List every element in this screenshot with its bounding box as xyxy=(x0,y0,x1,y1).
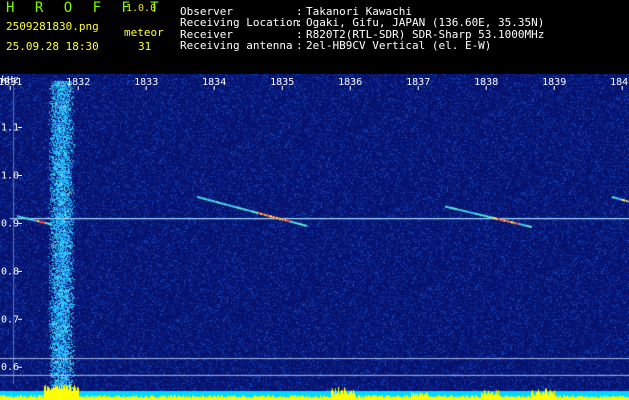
y-tick-label: 0.7 xyxy=(1,314,19,325)
info-value-antenna: 2el-HB9CV Vertical (el. E-W) xyxy=(306,39,492,52)
x-tick-label: 1840 xyxy=(610,77,629,88)
spectrogram-overlay: kHz 1831 1832 1833 1834 1835 1836 1837 1838 1839… xyxy=(0,75,629,373)
header-panel: H R O F F T 1.0.0 2509281830.png meteor … xyxy=(0,0,629,72)
info-sep: : xyxy=(296,39,303,52)
date-time: 25.09.28 18:30 xyxy=(6,40,99,53)
y-tick-label: 1.1 xyxy=(1,123,19,134)
x-tick-label: 1831 xyxy=(0,77,22,88)
spectrogram-plot: kHz 1831 1832 1833 1834 1835 1836 1837 1838 1839… xyxy=(0,74,629,400)
meteor-label: meteor xyxy=(124,26,164,39)
y-tick-label: 0.6 xyxy=(1,362,19,373)
info-key-antenna: Receiving antenna xyxy=(180,39,293,52)
y-tick-label: 1.0 xyxy=(1,170,19,181)
app-version: 1.0.0 xyxy=(126,3,157,14)
y-tick-label: 0.9 xyxy=(1,218,19,229)
file-name: 2509281830.png xyxy=(6,20,99,33)
meteor-count: 31 xyxy=(138,40,152,53)
y-tick-label: 0.8 xyxy=(1,266,19,277)
